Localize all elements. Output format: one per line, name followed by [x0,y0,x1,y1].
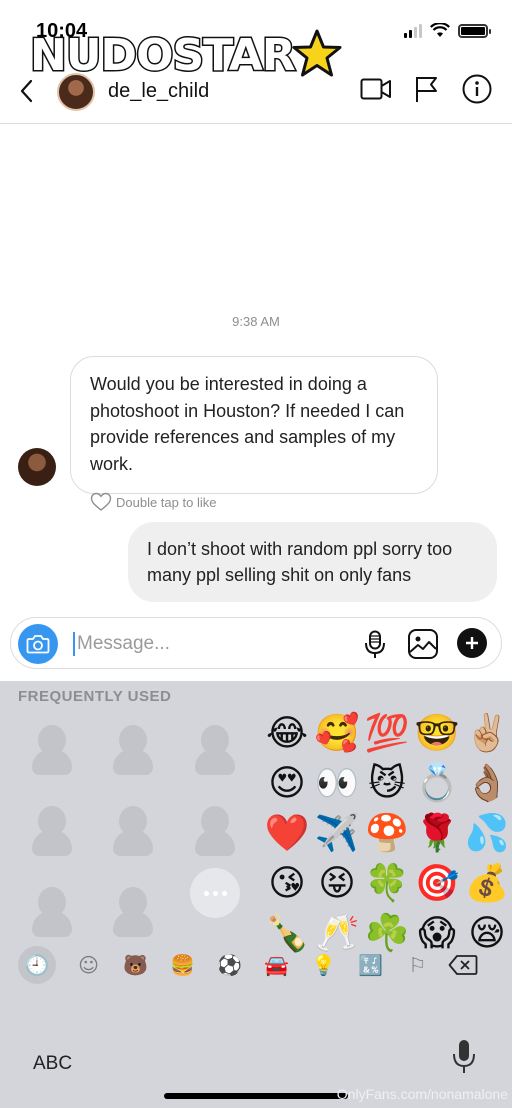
emoji-key[interactable]: 🌹 [412,809,462,859]
gallery-icon[interactable] [407,628,439,660]
recent-memoji-placeholder [32,806,72,856]
like-hint-label: Double tap to like [116,494,217,510]
camera-icon [26,635,50,654]
emoji-key[interactable]: 💦 [462,809,512,859]
battery-icon [458,23,491,38]
emoji-key[interactable]: 💍 [412,759,462,809]
emoji-category-bar: 🕘 ☺ 🐻 🍔 ⚽ 🚘 💡 🔣 ⚐ [18,945,498,985]
recent-memoji-placeholder [32,887,72,937]
emoji-key[interactable]: 💰 [462,859,512,909]
emoji-key[interactable]: 🎯 [412,859,462,909]
watermark-url: OnlyFans.com/nonamalone [336,1086,508,1102]
emoji-section-title: FREQUENTLY USED [18,688,172,705]
emoji-key[interactable]: 👀 [312,759,362,809]
abc-key[interactable]: ABC [33,1053,72,1075]
outgoing-message-bubble[interactable]: I don’t shoot with random ppl sorry too … [128,522,497,602]
emoji-key[interactable]: ✈️ [312,809,362,859]
flag-icon[interactable] [414,75,440,103]
more-memoji-button[interactable] [190,868,240,918]
header-username[interactable]: de_le_child [108,80,209,103]
info-icon[interactable] [462,74,492,104]
wifi-icon [430,23,450,37]
emoji-key[interactable]: 🥰 [312,709,362,759]
backspace-button[interactable] [446,945,480,985]
text-cursor [73,632,75,656]
emoji-key[interactable]: ❤️ [262,809,312,859]
emoji-key[interactable]: 🤓 [412,709,462,759]
emoji-key[interactable]: 🍀 [362,859,412,909]
recent-memoji-placeholder [113,887,153,937]
message-composer [10,617,502,669]
recent-memoji-placeholder [195,725,235,775]
home-indicator [164,1093,348,1099]
travel-category-icon[interactable]: 🚘 [253,946,300,984]
back-button[interactable] [16,76,40,106]
emoji-key[interactable]: ✌🏼 [462,709,512,759]
emoji-keyboard: FREQUENTLY USED 😂 🥰 💯 🤓 ✌🏼 😍 👀 😼 💍 👌🏽 ❤️… [0,681,512,1108]
emoji-key[interactable]: 👌🏽 [462,759,512,809]
emoji-key[interactable]: 😂 [262,709,312,759]
recent-memoji-placeholder [32,725,72,775]
recent-memoji-placeholder [113,725,153,775]
camera-button[interactable] [18,624,58,664]
message-timestamp: 9:38 AM [232,314,280,329]
emoji-key[interactable]: 😝 [312,859,362,909]
microphone-icon[interactable] [364,630,386,660]
video-call-icon[interactable] [360,77,392,101]
message-input[interactable] [77,630,347,658]
like-hint[interactable]: Double tap to like [90,492,216,512]
food-category-icon[interactable]: 🍔 [159,946,206,984]
status-icons [404,23,491,38]
symbols-category-icon[interactable]: 🔣 [347,946,394,984]
smileys-category-icon[interactable]: ☺ [65,946,112,984]
header-actions [360,74,492,104]
recent-memoji-placeholder [195,806,235,856]
emoji-key[interactable]: 😘 [262,859,312,909]
chevron-left-icon [20,79,33,103]
emoji-key[interactable]: 🍄 [362,809,412,859]
plus-icon [466,637,478,649]
backspace-icon [448,955,478,975]
incoming-message-bubble[interactable]: Would you be interested in doing a photo… [70,356,438,494]
objects-category-icon[interactable]: 💡 [300,946,347,984]
emoji-key[interactable]: 💯 [362,709,412,759]
cellular-signal-icon [404,23,422,38]
activity-category-icon[interactable]: ⚽ [206,946,253,984]
flags-category-icon[interactable]: ⚐ [394,946,441,984]
emoji-key[interactable]: 😍 [262,759,312,809]
heart-icon[interactable] [90,492,112,512]
animals-category-icon[interactable]: 🐻 [112,946,159,984]
conversation-header: de_le_child [0,60,512,124]
emoji-grid: 😂 🥰 💯 🤓 ✌🏼 😍 👀 😼 💍 👌🏽 ❤️ ✈️ 🍄 🌹 💦 😘 😝 🍀 … [262,709,512,959]
recent-memoji-placeholder [113,806,153,856]
emoji-key[interactable]: 😼 [362,759,412,809]
recent-category-icon[interactable]: 🕘 [18,946,56,984]
avatar[interactable] [57,73,95,111]
add-button[interactable] [457,628,487,658]
sender-avatar[interactable] [18,448,56,486]
dictation-microphone-icon[interactable] [452,1039,476,1075]
